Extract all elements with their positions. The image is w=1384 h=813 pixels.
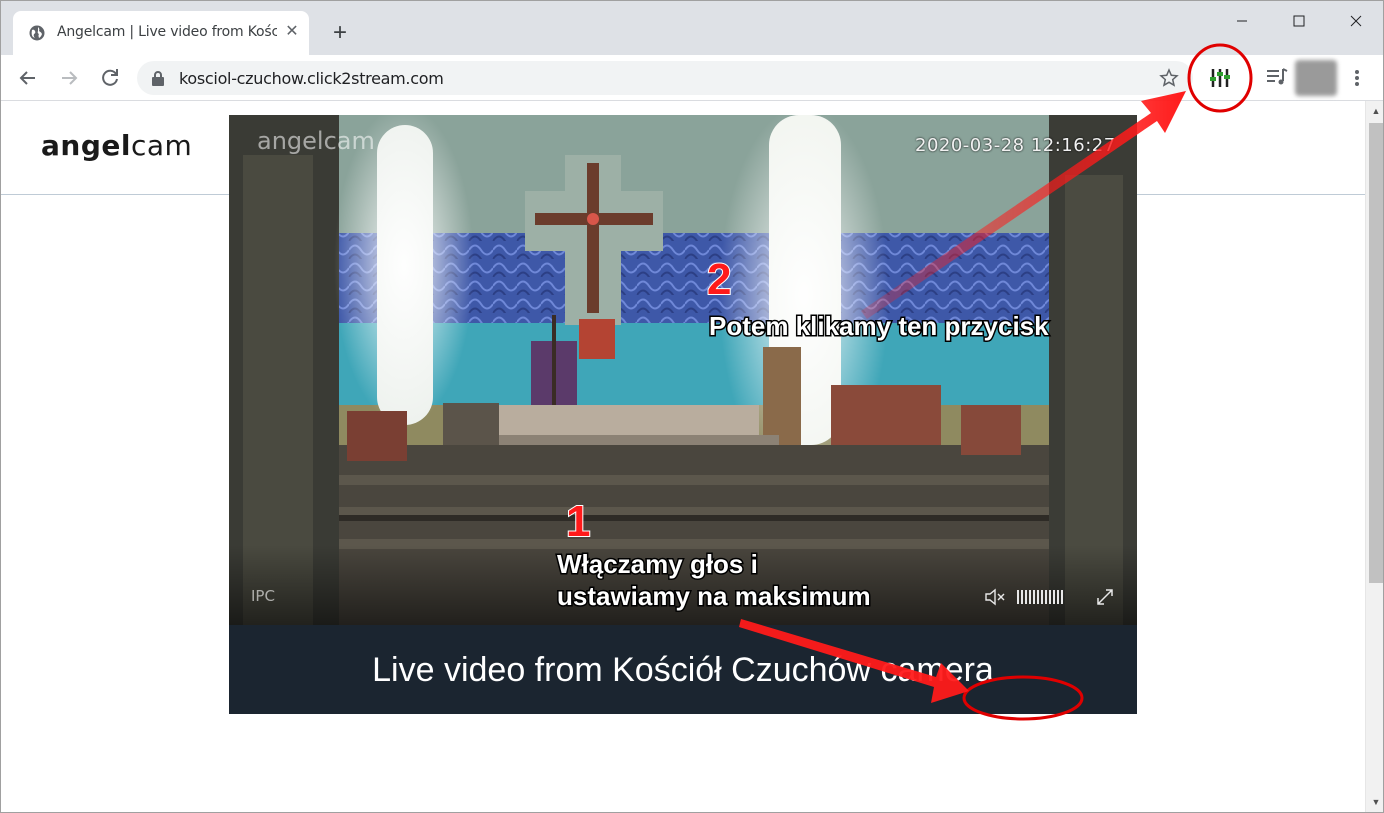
new-tab-button[interactable]: + [327, 21, 353, 47]
scroll-up-arrow-icon[interactable]: ▲ [1370, 105, 1382, 117]
equalizer-extension-icon[interactable] [1207, 65, 1233, 91]
close-window-icon[interactable] [1333, 7, 1379, 35]
scroll-thumb[interactable] [1369, 123, 1383, 583]
address-bar[interactable]: kosciol-czuchow.click2stream.com [137, 61, 1193, 95]
tab-title: Angelcam | Live video from Kości [57, 24, 277, 40]
video-timestamp: 2020-03-28 12:16:27 [915, 135, 1116, 156]
volume-tick[interactable] [1017, 590, 1019, 604]
fullscreen-icon[interactable] [1095, 587, 1115, 607]
step-2-instruction: Potem klikamy ten przycisk [708, 310, 1051, 343]
step-1-instruction-line1: Włączamy głos i [556, 548, 760, 581]
profile-avatar[interactable] [1295, 60, 1337, 96]
lock-icon[interactable] [151, 70, 165, 86]
mute-speaker-icon[interactable] [984, 587, 1006, 607]
volume-tick[interactable] [1045, 590, 1047, 604]
volume-tick[interactable] [1037, 590, 1039, 604]
globe-icon [29, 25, 45, 41]
volume-tick[interactable] [1041, 590, 1043, 604]
volume-tick[interactable] [1029, 590, 1031, 604]
step-2-number: 2 [706, 254, 733, 305]
volume-tick[interactable] [1021, 590, 1023, 604]
ipc-label: IPC [251, 587, 275, 605]
logo-bold: angel [41, 129, 131, 162]
media-control-icon[interactable] [1265, 65, 1289, 89]
step-1-instruction-line2: ustawiamy na maksimum [556, 580, 873, 613]
tab-angelcam[interactable]: Angelcam | Live video from Kości ✕ [13, 11, 309, 55]
maximize-icon[interactable] [1276, 7, 1322, 35]
volume-tick[interactable] [1033, 590, 1035, 604]
tab-strip: Angelcam | Live video from Kości ✕ + [1, 1, 1383, 55]
reload-icon[interactable] [97, 65, 123, 91]
angelcam-logo[interactable]: angelcam [41, 129, 192, 162]
volume-tick[interactable] [1053, 590, 1055, 604]
star-icon[interactable] [1159, 68, 1179, 88]
angelcam-watermark: angelcam [257, 127, 375, 155]
browser-toolbar: kosciol-czuchow.click2stream.com [1, 55, 1383, 101]
video-title-bar: Live video from Kościół Czuchów camera [229, 625, 1137, 714]
volume-tick[interactable] [1025, 590, 1027, 604]
volume-tick[interactable] [1061, 590, 1063, 604]
kebab-menu-icon[interactable] [1347, 66, 1367, 90]
volume-tick[interactable] [1049, 590, 1051, 604]
scroll-down-arrow-icon[interactable]: ▼ [1370, 796, 1382, 808]
volume-slider[interactable] [1016, 589, 1066, 605]
minimize-icon[interactable] [1219, 7, 1265, 35]
step-1-number: 1 [565, 496, 592, 547]
back-icon[interactable] [15, 65, 41, 91]
url-text[interactable]: kosciol-czuchow.click2stream.com [179, 69, 444, 88]
logo-light: cam [130, 129, 193, 162]
browser-window: Angelcam | Live video from Kości ✕ + kos… [0, 0, 1384, 813]
video-title: Live video from Kościół Czuchów camera [372, 651, 994, 689]
page-scrollbar[interactable]: ▲ ▼ [1365, 101, 1383, 812]
tab-close-icon[interactable]: ✕ [283, 23, 301, 41]
volume-tick[interactable] [1057, 590, 1059, 604]
forward-icon[interactable] [56, 65, 82, 91]
